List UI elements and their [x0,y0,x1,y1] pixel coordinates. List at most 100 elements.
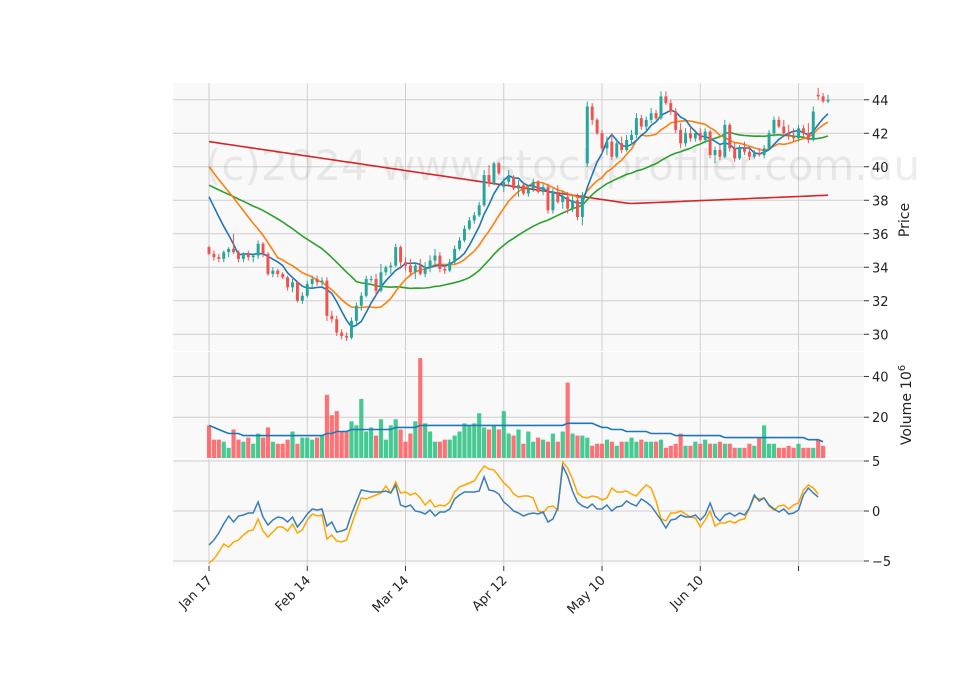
volume-bar [280,443,285,458]
volume-bar [467,425,472,458]
volume-bar [501,411,506,458]
candle-body [418,265,422,274]
candle-body [276,270,280,274]
volume-bar [806,447,811,458]
volume-bar [373,435,379,458]
volume-axis-label-unit: 10 [899,371,915,389]
volume-bar [555,441,560,458]
candle-body [674,111,678,130]
volume-axis-label: Volume 106 [897,365,915,445]
watermark-text: (c)2024 www.stockprofiler.com.au [205,141,920,190]
volume-bar [246,437,251,458]
volume-bar [270,441,275,458]
volume-bar [752,445,757,458]
candle-body [305,284,309,296]
x-tick-label: Jun 10 [667,573,707,613]
x-tick-label: May 10 [565,573,609,617]
volume-bar [565,382,570,458]
candle-body [374,278,378,291]
candle-body [639,118,643,127]
volume-bar [762,425,767,458]
volume-bar [378,419,384,458]
volume-bar [658,439,664,458]
volume-bar [673,443,678,458]
candle-body [379,272,383,291]
price-y-tick-label: 32 [872,295,889,310]
candle-body [364,278,368,296]
candle-body [541,186,545,192]
indicator-y-tick-label: −5 [872,555,891,570]
candle-body [826,99,830,102]
price-panel-bg [173,83,864,351]
candle-body [551,191,555,211]
candle-body [340,332,344,336]
volume-bar [251,443,256,458]
candle-body [630,134,633,140]
volume-bar [580,435,585,458]
volume-bar [757,437,762,458]
volume-bar [550,433,555,458]
candle-body [359,295,363,306]
volume-bar [801,447,806,458]
candle-body [566,196,570,209]
volume-bar [609,441,614,458]
volume-bar [477,413,482,458]
candle-body [246,253,250,258]
candle-body [472,215,476,221]
candle-body [821,96,825,102]
volume-bar [737,447,742,458]
volume-bar [260,437,266,458]
volume-bar [575,435,580,458]
indicator-y-tick-label: 0 [872,505,880,520]
volume-bar [275,443,280,458]
candle-body [654,113,658,119]
candle-body [777,119,781,127]
volume-bar [786,445,791,458]
candle-body [664,96,668,104]
volume-bar [211,439,217,458]
volume-bar [241,441,246,458]
candle-body [251,255,255,258]
candle-body [443,268,447,271]
candle-body [733,148,737,159]
volume-bar [486,429,492,458]
price-y-tick-label: 30 [872,328,889,343]
volume-bar [423,423,428,458]
candle-body [531,181,535,189]
volume-bar [398,429,403,458]
volume-y-tick-label: 40 [872,370,889,385]
volume-bar [339,431,344,458]
price-y-tick-label: 38 [872,194,889,209]
volume-bar [216,439,221,458]
volume-bar [310,439,315,458]
volume-bar [663,447,668,458]
volume-bar [595,443,600,458]
candle-body [325,280,329,316]
volume-bar [206,425,212,458]
candle-body [669,103,673,112]
candle-body [433,255,437,261]
volume-bar [796,443,801,458]
volume-bar [403,441,408,458]
candle-body [723,124,727,157]
candle-body [811,111,815,140]
volume-bar [668,445,673,458]
volume-bar [319,435,325,458]
candle-body [256,243,260,256]
candle-body [517,185,520,189]
volume-bar [516,429,521,458]
volume-bar [624,441,629,458]
candle-body [482,175,486,206]
volume-bar [693,441,698,458]
volume-bar [531,441,536,458]
candle-body [792,136,796,139]
candle-body [526,188,530,194]
candle-body [462,228,466,241]
candle-body [458,240,462,249]
volume-bar [236,439,241,458]
volume-bar [629,437,634,458]
candle-body [291,282,294,288]
candle-body [585,106,589,164]
candle-body [590,106,594,120]
volume-axis-label-exp: 6 [897,365,908,371]
